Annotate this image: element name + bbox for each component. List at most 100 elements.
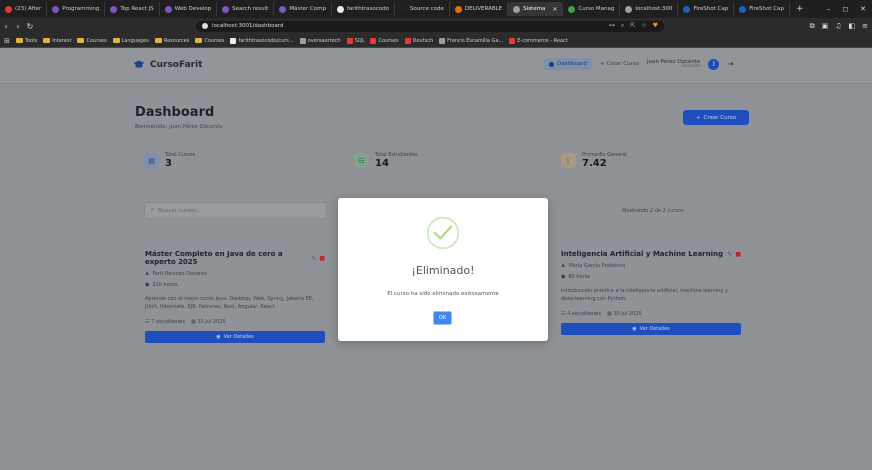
browser-tab[interactable]: Web Develop	[160, 2, 218, 16]
course-students: ☷ 4 estudiantes	[561, 311, 601, 317]
tab-favicon-icon	[5, 5, 12, 13]
calendar-icon: ▦	[191, 319, 196, 325]
search-placeholder: Buscar cursos...	[158, 207, 202, 214]
extensions-icon[interactable]: ⧉	[810, 22, 815, 31]
browser-tab[interactable]: Source code	[395, 2, 450, 16]
tab-label: FireShot Cap	[693, 6, 729, 12]
brand-logo[interactable]: CursoFarit	[133, 60, 203, 70]
browser-tab[interactable]: Sistema ✕	[508, 2, 564, 16]
course-students-text: 7 estudiantes	[151, 319, 186, 325]
browser-tab[interactable]: Top React JS	[105, 2, 160, 16]
extension-badge-icon[interactable]: ♥	[653, 22, 658, 30]
bookmark-item[interactable]: Courses	[77, 38, 107, 44]
calendar-icon: ▦	[607, 311, 612, 317]
browser-tab[interactable]: localhost:300	[620, 2, 679, 16]
bookmark-label: Resources	[163, 37, 190, 44]
bookmark-star-icon[interactable]: ☆	[641, 22, 646, 30]
tab-label: farithtrasocodo	[346, 6, 389, 12]
bookmark-item[interactable]: Courses	[370, 37, 399, 44]
course-actions: ✎ ■	[727, 251, 741, 258]
site-info-icon[interactable]	[202, 23, 208, 29]
nav-create-course[interactable]: + Crear Curso	[600, 61, 639, 67]
edit-icon[interactable]: ✎	[727, 251, 732, 258]
browser-tab[interactable]: FireShot Cap	[734, 2, 790, 16]
trash-icon[interactable]: ■	[319, 255, 325, 262]
tab-favicon-icon	[110, 5, 118, 13]
create-course-label: Crear Curso	[703, 114, 737, 121]
forward-icon[interactable]: ›	[12, 22, 24, 31]
browser-tab[interactable]: DELIVERABLE	[450, 2, 509, 16]
browser-tab[interactable]: FireShot Cap	[678, 2, 735, 16]
new-tab-icon[interactable]: +	[790, 4, 810, 14]
edit-icon[interactable]: ✎	[311, 255, 316, 262]
bookmark-item[interactable]: Francis Escamilla Ga...	[439, 37, 504, 44]
browser-tab[interactable]: (23) After	[0, 2, 48, 16]
trash-icon[interactable]: ■	[735, 251, 741, 258]
media-icon[interactable]: ♫	[835, 22, 841, 31]
view-details-button[interactable]: ◉ Ver Detalles	[561, 323, 741, 335]
tab-favicon-icon	[454, 5, 462, 13]
bookmark-item[interactable]: Resources	[154, 37, 190, 44]
url-bar[interactable]: localhost:3001/dashboard ⊶ ⌕ ⇱ ☆ ♥	[196, 20, 664, 32]
create-course-button[interactable]: + Crear Curso	[683, 110, 749, 125]
back-icon[interactable]: ‹	[0, 22, 12, 31]
tab-favicon-icon	[568, 5, 576, 13]
nav-dashboard[interactable]: Dashboard	[544, 58, 592, 70]
search-icon: ⌕	[151, 207, 155, 213]
bookmark-item[interactable]: Interest	[43, 38, 71, 44]
course-teacher-text: María García Profesora	[568, 263, 626, 269]
sidepanel-icon[interactable]: ▣	[822, 22, 829, 31]
course-date: ▦ 31 jul 2025	[191, 319, 226, 325]
browser-tab[interactable]: Máster Comp	[274, 2, 332, 16]
bookmark-label: Deutsch	[412, 37, 434, 44]
avatar[interactable]: J	[708, 58, 720, 70]
chart-icon: ⌊	[561, 153, 576, 168]
search-input[interactable]: ⌕ Buscar cursos...	[144, 202, 327, 219]
app-header: CursoFarit Dashboard + Crear Curso Juan …	[0, 48, 872, 84]
reload-icon[interactable]: ↻	[24, 22, 36, 31]
bookmark-item[interactable]: E-commerce - React	[509, 37, 568, 44]
browser-tab[interactable]: Search result	[217, 2, 275, 16]
course-title: Máster Completo en Java de cero a expert…	[145, 250, 283, 266]
close-window-icon[interactable]: ✕	[860, 5, 866, 13]
browser-tab[interactable]: farithtrasocodo	[332, 2, 395, 16]
folder-icon	[154, 38, 162, 43]
share-icon[interactable]: ⇱	[630, 22, 635, 30]
apps-grid-icon[interactable]: ⊞	[4, 37, 10, 45]
course-date-text: 30 jul 2025	[613, 311, 642, 317]
zoom-icon[interactable]: ⌕	[621, 22, 624, 30]
bookmark-item[interactable]: SQL	[346, 37, 365, 44]
course-teacher-text: Farit Reinoso Docente	[152, 271, 208, 277]
bookmark-item[interactable]: oversaertech	[299, 37, 341, 44]
bookmark-item[interactable]: Deutsch	[404, 37, 434, 44]
window-controls: – ◻ ✕	[827, 5, 872, 13]
browser-tab[interactable]: Programming	[47, 2, 106, 16]
split-icon[interactable]: ◧	[849, 22, 856, 31]
bookmark-item[interactable]: Courses	[195, 38, 224, 44]
maximize-icon[interactable]: ◻	[842, 5, 848, 13]
tab-close-icon[interactable]: ✕	[552, 6, 557, 13]
bookmark-label: oversaertech	[307, 37, 341, 44]
ok-button[interactable]: OK	[433, 311, 452, 325]
tab-label: Curso Manag	[578, 6, 615, 12]
menu-icon[interactable]: ≡	[862, 22, 868, 31]
browser-tab[interactable]: Curso Manag	[563, 2, 621, 16]
bookmark-label: Francis Escamilla Ga...	[447, 37, 504, 44]
nav-dashboard-label: Dashboard	[557, 61, 587, 67]
translate-icon[interactable]: ⊶	[609, 22, 615, 30]
bookmark-label: Courses	[204, 37, 225, 44]
logout-icon[interactable]: ⇥	[727, 60, 733, 68]
folder-icon	[195, 38, 203, 43]
minimize-icon[interactable]: –	[827, 5, 831, 13]
course-date: ▦ 30 jul 2025	[607, 311, 642, 317]
view-details-button[interactable]: ◉ Ver Detalles	[145, 331, 325, 343]
bookmark-item[interactable]: Tools	[15, 38, 37, 44]
bookmark-label: E-commerce - React	[517, 37, 568, 44]
bookmark-label: SQL	[354, 37, 365, 44]
view-details-label: Ver Detalles	[639, 326, 670, 332]
bookmarks-bar: ⊞ Tools Interest Courses Languages Resources…	[0, 34, 872, 48]
bookmark-item[interactable]: farithtrasocodo/curs...	[230, 37, 294, 44]
stat-value: 14	[375, 158, 389, 169]
address-bar-row: ‹ › ↻ localhost:3001/dashboard ⊶ ⌕ ⇱ ☆ ♥…	[0, 18, 872, 34]
bookmark-item[interactable]: Languages	[112, 38, 149, 44]
